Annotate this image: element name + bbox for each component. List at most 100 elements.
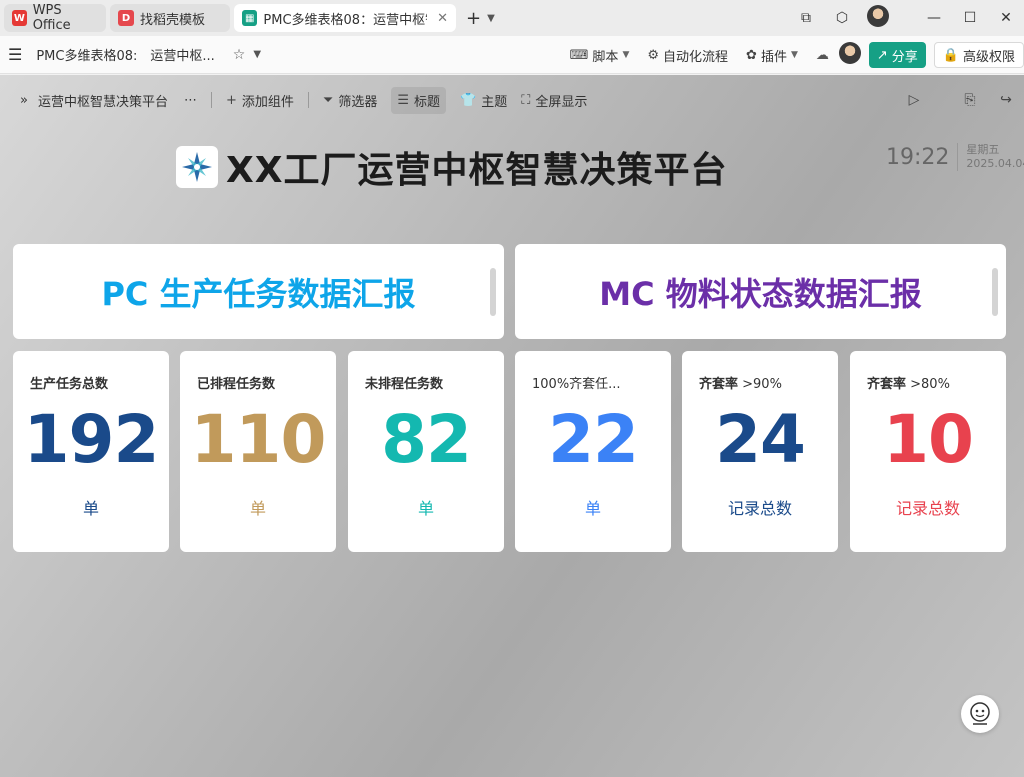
expand-sidebar-icon[interactable]: » (20, 93, 28, 108)
metric-card[interactable]: 100%齐套任... 22 单 (515, 351, 671, 552)
tab-overview-icon[interactable]: ⧉ (788, 10, 824, 26)
clock-date: 2025.04.04 (966, 157, 1024, 170)
filter-icon: ⏷ (322, 92, 334, 108)
metric-unit: 单 (249, 499, 266, 518)
metric-unit: 单 (82, 499, 99, 518)
assistant-button[interactable] (961, 695, 999, 733)
tab-wps-office[interactable]: W WPS Office (4, 3, 106, 33)
share-icon: ↗ (876, 47, 888, 63)
script-icon: ⌨ (569, 47, 589, 63)
metric-unit: 单 (417, 499, 434, 518)
plugin-label: 插件 (760, 49, 787, 65)
breadcrumb[interactable]: 运营中枢智慧决策平台 (38, 91, 168, 110)
tab-label: PMC多维表格08：运营中枢智慧 (263, 12, 427, 28)
close-window-icon[interactable]: ✕ (988, 10, 1024, 26)
fullscreen-label: 全屏显示 (535, 94, 588, 110)
share-out-icon[interactable]: ↪ (988, 92, 1024, 108)
metric-label: 已排程任务数 (197, 377, 276, 392)
add-component-button[interactable]: + 添加组件 (226, 91, 294, 110)
metric-value: 10 (883, 401, 974, 478)
collaborator-avatar[interactable] (838, 42, 861, 68)
more-icon[interactable]: ⋯ (184, 93, 197, 108)
filter-button[interactable]: ⏷ 筛选器 (323, 91, 377, 110)
dashboard-header: XX工厂运营中枢智慧决策平台 (176, 141, 728, 193)
advanced-permission-button[interactable]: 🔒 高级权限 (933, 42, 1024, 68)
clock-widget: 19:22 星期五 2025.04.04 (886, 143, 1024, 171)
metric-label: 生产任务总数 (30, 377, 109, 392)
metric-card[interactable]: 齐套率 >90% 24 记录总数 (682, 351, 838, 552)
clock-time: 19:22 (886, 144, 950, 170)
cube-icon[interactable]: ⬡ (824, 10, 860, 26)
save-icon[interactable]: ⎘ (952, 92, 988, 108)
divider (307, 92, 309, 108)
page-title: XX工厂运营中枢智慧决策平台 (226, 150, 728, 191)
metric-card[interactable]: 未排程任务数 82 单 (348, 351, 504, 552)
metric-card[interactable]: 生产任务总数 192 单 (13, 351, 169, 552)
plugin-icon: ✿ (746, 47, 757, 63)
scrollbar[interactable] (490, 268, 496, 316)
scrollbar[interactable] (992, 268, 998, 316)
script-menu[interactable]: ⌨ 脚本 ▼ (570, 46, 630, 65)
menu-icon[interactable]: ☰ (8, 45, 22, 64)
robot-icon: ⚙ (647, 47, 660, 63)
play-icon[interactable]: ▷ (896, 92, 932, 108)
chevron-down-icon[interactable]: ▼ (253, 49, 261, 60)
title-label: 标题 (413, 94, 440, 110)
shirt-icon: 👕 (460, 92, 477, 108)
metric-unit: 单 (584, 499, 601, 518)
share-label: 分享 (891, 49, 918, 65)
platform-logo (176, 146, 218, 188)
chevron-down-icon[interactable]: ▼ (487, 13, 495, 24)
user-avatar[interactable] (860, 5, 896, 31)
add-component-label: 添加组件 (241, 94, 294, 110)
maximize-icon[interactable]: ☐ (952, 10, 988, 26)
mc-banner-title: MC 物料状态数据汇报 (599, 274, 922, 313)
metric-value: 24 (715, 401, 806, 478)
permission-label: 高级权限 (962, 49, 1015, 65)
tab-docer[interactable]: D 找稻壳模板 (110, 4, 230, 32)
star-icon[interactable]: ☆ (233, 47, 246, 63)
clock-weekday: 星期五 (966, 143, 1000, 156)
wps-logo-icon: W (12, 10, 27, 26)
tab-pmc-sheet[interactable]: ▦ PMC多维表格08：运营中枢智慧 ✕ (234, 4, 456, 32)
title-button[interactable]: ☰ 标题 (391, 86, 446, 114)
pc-banner-title: PC 生产任务数据汇报 (101, 274, 416, 313)
metric-value: 192 (23, 401, 160, 478)
tab-label: WPS Office (32, 3, 71, 33)
doc-toolbar: ☰ PMC多维表格08: 运营中枢... ☆ ▼ ⌨ 脚本 ▼ ⚙ 自动化流程 … (0, 36, 1024, 74)
metric-label: 齐套率 >80% (867, 377, 950, 392)
filter-label: 筛选器 (338, 94, 378, 110)
mc-banner[interactable]: MC 物料状态数据汇报 (515, 244, 1006, 339)
plugin-menu[interactable]: ✿ 插件 ▼ (746, 46, 798, 65)
new-tab-icon[interactable]: + (466, 8, 481, 29)
metric-card[interactable]: 已排程任务数 110 单 (180, 351, 336, 552)
metric-unit: 记录总数 (895, 499, 960, 518)
dashboard-canvas: » 运营中枢智慧决策平台 ⋯ + 添加组件 ⏷ 筛选器 ☰ 标题 👕 主题 ⛶ … (0, 75, 1024, 777)
docer-icon: D (118, 10, 134, 26)
metric-value: 82 (381, 401, 472, 478)
automation-button[interactable]: ⚙ 自动化流程 (647, 46, 728, 65)
window-controls: ⧉ ⬡ — ☐ ✕ (788, 0, 1024, 36)
metric-card[interactable]: 齐套率 >80% 10 记录总数 (850, 351, 1006, 552)
cloud-sync-icon[interactable]: ☁ (816, 48, 829, 63)
tab-label: 找稻壳模板 (140, 12, 206, 28)
minimize-icon[interactable]: — (916, 10, 952, 26)
chevron-down-icon: ▼ (790, 50, 798, 60)
assistant-mascot-icon (970, 702, 990, 725)
metric-label: 未排程任务数 (365, 377, 444, 392)
canvas-toolbar: » 运营中枢智慧决策平台 ⋯ + 添加组件 ⏷ 筛选器 ☰ 标题 👕 主题 ⛶ … (0, 75, 1024, 125)
title-icon: ☰ (397, 92, 409, 108)
share-button[interactable]: ↗ 分享 (868, 42, 926, 68)
script-label: 脚本 (592, 49, 619, 65)
pc-banner[interactable]: PC 生产任务数据汇报 (13, 244, 504, 339)
doc-title[interactable]: PMC多维表格08: 运营中枢... (36, 45, 214, 64)
theme-button[interactable]: 👕 主题 (460, 91, 507, 110)
fullscreen-button[interactable]: ⛶ 全屏显示 (521, 91, 587, 110)
fullscreen-icon: ⛶ (521, 92, 531, 108)
lock-icon: 🔒 (942, 47, 959, 63)
close-tab-icon[interactable]: ✕ (437, 11, 448, 26)
metric-value: 22 (548, 401, 639, 478)
theme-label: 主题 (481, 94, 508, 110)
plus-icon: + (225, 92, 237, 108)
chevron-down-icon: ▼ (622, 50, 630, 60)
